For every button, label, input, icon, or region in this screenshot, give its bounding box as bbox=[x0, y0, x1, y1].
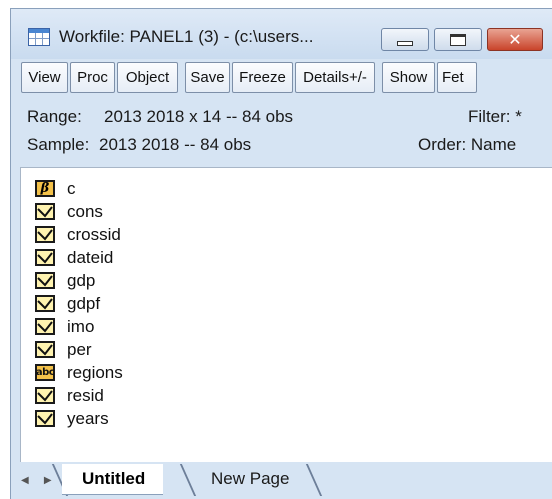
object-item-regions[interactable]: abc regions bbox=[35, 362, 123, 383]
object-list: β c cons crossid dateid gdp gdpf imo per… bbox=[20, 167, 552, 462]
object-item-c[interactable]: β c bbox=[35, 178, 76, 199]
window-title: Workfile: PANEL1 (3) - (c:\users... bbox=[59, 27, 314, 46]
sample-label: Sample: bbox=[27, 135, 90, 154]
sample-value[interactable]: 2013 2018 -- 84 obs bbox=[99, 135, 251, 155]
tab-untitled[interactable]: Untitled bbox=[62, 464, 164, 495]
series-icon bbox=[35, 410, 55, 427]
object-name: gdpf bbox=[67, 293, 101, 313]
show-button[interactable]: Show bbox=[382, 62, 435, 93]
series-icon bbox=[35, 272, 55, 289]
beta-icon: β bbox=[35, 180, 55, 197]
range-value[interactable]: 2013 2018 x 14 -- 84 obs bbox=[104, 107, 293, 127]
series-icon bbox=[35, 318, 55, 335]
tab-scroll-arrows[interactable]: ◀ ▶ bbox=[21, 475, 58, 486]
object-button[interactable]: Object bbox=[117, 62, 178, 93]
object-item-dateid[interactable]: dateid bbox=[35, 247, 113, 268]
object-name: c bbox=[67, 178, 76, 198]
object-item-crossid[interactable]: crossid bbox=[35, 224, 121, 245]
minimize-button[interactable] bbox=[381, 28, 429, 51]
details-toggle-button[interactable]: Details+/- bbox=[295, 62, 375, 93]
object-name: regions bbox=[67, 362, 123, 382]
minimize-icon bbox=[397, 40, 413, 46]
object-name: crossid bbox=[67, 224, 121, 244]
tab-new-page[interactable]: New Page bbox=[193, 464, 307, 494]
alpha-icon: abc bbox=[35, 364, 55, 381]
series-icon bbox=[35, 226, 55, 243]
object-name: cons bbox=[67, 201, 103, 221]
save-button[interactable]: Save bbox=[185, 62, 230, 93]
view-button[interactable]: View bbox=[21, 62, 68, 93]
object-name: per bbox=[67, 339, 92, 359]
object-item-imo[interactable]: imo bbox=[35, 316, 94, 337]
title-bar[interactable]: Workfile: PANEL1 (3) - (c:\users... ✕ bbox=[11, 9, 552, 59]
object-item-cons[interactable]: cons bbox=[35, 201, 103, 222]
maximize-icon bbox=[450, 33, 466, 46]
workfile-info: Range: 2013 2018 x 14 -- 84 obs Filter: … bbox=[11, 99, 552, 164]
range-label: Range: bbox=[27, 107, 82, 126]
object-item-per[interactable]: per bbox=[35, 339, 92, 360]
series-icon bbox=[35, 341, 55, 358]
maximize-button[interactable] bbox=[434, 28, 482, 51]
series-icon bbox=[35, 295, 55, 312]
object-name: dateid bbox=[67, 247, 114, 267]
object-item-resid[interactable]: resid bbox=[35, 385, 104, 406]
series-icon bbox=[35, 249, 55, 266]
object-item-years[interactable]: years bbox=[35, 408, 109, 429]
order-label[interactable]: Order: Name bbox=[418, 135, 516, 155]
proc-button[interactable]: Proc bbox=[70, 62, 115, 93]
workfile-toolbar: View Proc Object Save Freeze Details+/- … bbox=[21, 62, 552, 94]
series-icon bbox=[35, 387, 55, 404]
object-name: imo bbox=[67, 316, 95, 336]
workfile-icon bbox=[28, 28, 50, 46]
close-button[interactable]: ✕ bbox=[487, 28, 543, 51]
filter-label[interactable]: Filter: * bbox=[468, 107, 522, 127]
fetch-button[interactable]: Fet bbox=[437, 62, 477, 93]
object-name: gdp bbox=[67, 270, 96, 290]
workfile-window: Workfile: PANEL1 (3) - (c:\users... ✕ Vi… bbox=[10, 8, 552, 499]
series-icon bbox=[35, 203, 55, 220]
object-name: years bbox=[67, 408, 109, 428]
object-name: resid bbox=[67, 385, 104, 405]
object-item-gdpf[interactable]: gdpf bbox=[35, 293, 100, 314]
page-tabs: ◀ ▶ Untitled New Page bbox=[11, 462, 552, 499]
close-icon: ✕ bbox=[508, 29, 522, 49]
tab-divider bbox=[305, 464, 323, 496]
freeze-button[interactable]: Freeze bbox=[232, 62, 293, 93]
object-item-gdp[interactable]: gdp bbox=[35, 270, 95, 291]
